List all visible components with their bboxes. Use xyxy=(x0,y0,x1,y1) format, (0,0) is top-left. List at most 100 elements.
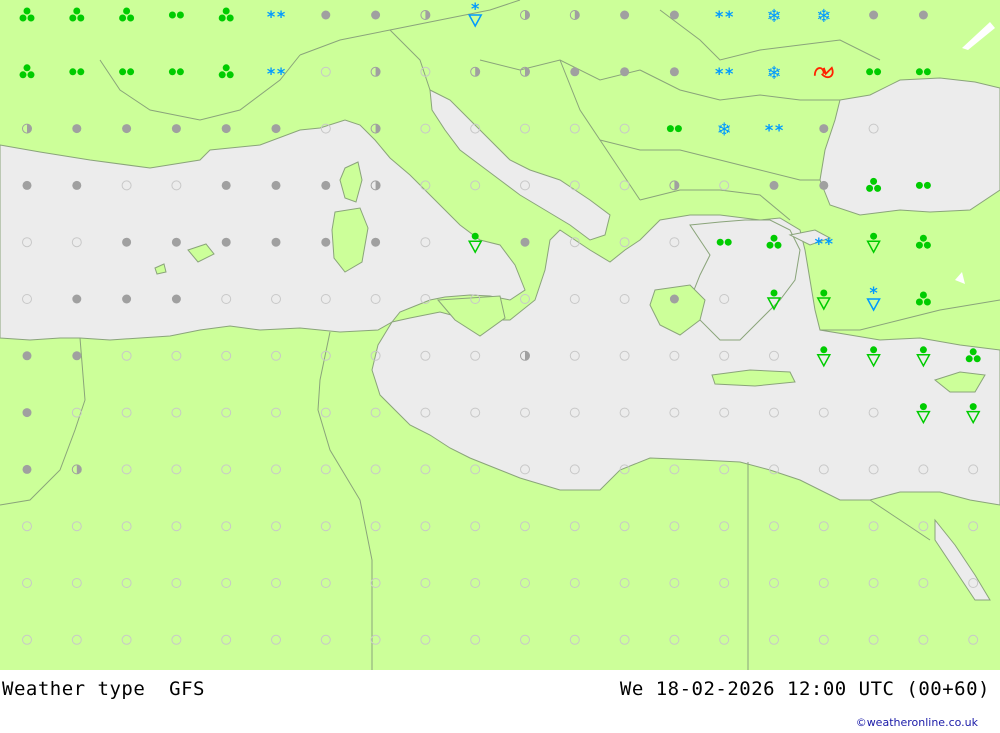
heavy-rain-cluster-icon xyxy=(770,234,778,242)
rain-dots-icon xyxy=(69,68,77,76)
valid-time: We 18-02-2026 12:00 UTC (00+60) xyxy=(619,678,990,700)
heavy-rain-cluster-icon xyxy=(27,14,35,22)
snow-stars-icon: * xyxy=(815,234,824,253)
heavy-rain-cluster-icon xyxy=(866,184,874,192)
overcast-dot-icon xyxy=(122,294,132,304)
heavy-rain-cluster-icon xyxy=(965,355,973,363)
shower-triangle-icon xyxy=(870,232,878,240)
rain-dots-icon xyxy=(77,68,85,76)
rain-dots-icon xyxy=(119,68,127,76)
rain-dots-icon xyxy=(866,68,874,76)
overcast-dot-icon xyxy=(869,10,879,20)
heavy-rain-cluster-icon xyxy=(766,241,774,249)
rain-dots-icon xyxy=(176,11,184,19)
heavy-rain-cluster-icon xyxy=(222,64,230,72)
map-title: Weather type GFS xyxy=(2,678,205,700)
heavy-rain-cluster-icon xyxy=(226,71,234,79)
snow-stars-icon: * xyxy=(775,121,784,140)
overcast-dot-icon xyxy=(669,10,679,20)
heavy-rain-cluster-icon xyxy=(19,14,27,22)
rain-dots-icon xyxy=(674,125,682,133)
heavy-snow-flake-icon: ❄ xyxy=(766,6,781,27)
snow-stars-icon: * xyxy=(725,64,734,83)
heavy-rain-cluster-icon xyxy=(919,291,927,299)
overcast-dot-icon xyxy=(520,237,530,247)
overcast-dot-icon xyxy=(769,180,779,190)
shower-triangle-icon xyxy=(870,346,878,354)
rain-dots-icon xyxy=(923,181,931,189)
heavy-rain-cluster-icon xyxy=(27,71,35,79)
snow-stars-icon: * xyxy=(277,7,286,26)
overcast-dot-icon xyxy=(22,464,32,474)
overcast-dot-icon xyxy=(221,124,231,134)
snow-stars-icon: * xyxy=(715,64,724,83)
rain-dots-icon xyxy=(176,68,184,76)
snow-stars-icon: * xyxy=(765,121,774,140)
snow-stars-icon: * xyxy=(267,7,276,26)
overcast-dot-icon xyxy=(22,351,32,361)
overcast-dot-icon xyxy=(271,124,281,134)
overcast-dot-icon xyxy=(669,294,679,304)
snow-stars-icon: * xyxy=(825,234,834,253)
rain-dots-icon xyxy=(923,68,931,76)
heavy-rain-cluster-icon xyxy=(69,14,77,22)
overcast-dot-icon xyxy=(918,10,928,20)
heavy-rain-cluster-icon xyxy=(969,348,977,356)
heavy-snow-flake-icon: ❄ xyxy=(816,6,831,27)
overcast-dot-icon xyxy=(72,124,82,134)
rain-dots-icon xyxy=(666,125,674,133)
rain-dots-icon xyxy=(915,68,923,76)
shower-triangle-icon xyxy=(820,289,828,297)
snow-stars-icon: * xyxy=(715,7,724,26)
snow-stars-icon: * xyxy=(277,64,286,83)
heavy-rain-cluster-icon xyxy=(77,14,85,22)
heavy-rain-cluster-icon xyxy=(915,298,923,306)
overcast-dot-icon xyxy=(22,408,32,418)
heavy-rain-cluster-icon xyxy=(123,7,131,15)
rain-dots-icon xyxy=(915,181,923,189)
rain-dots-icon xyxy=(127,68,135,76)
overcast-dot-icon xyxy=(171,294,181,304)
overcast-dot-icon xyxy=(819,124,829,134)
rain-dots-icon xyxy=(168,11,176,19)
shower-triangle-icon xyxy=(919,346,927,354)
overcast-dot-icon xyxy=(371,10,381,20)
overcast-dot-icon xyxy=(371,237,381,247)
overcast-dot-icon xyxy=(271,237,281,247)
heavy-rain-cluster-icon xyxy=(19,71,27,79)
heavy-rain-cluster-icon xyxy=(218,71,226,79)
overcast-dot-icon xyxy=(321,237,331,247)
heavy-rain-cluster-icon xyxy=(870,177,878,185)
credit-link[interactable]: ©weatheronline.co.uk xyxy=(856,716,978,729)
snow-stars-icon: * xyxy=(267,64,276,83)
overcast-dot-icon xyxy=(321,180,331,190)
overcast-dot-icon xyxy=(122,124,132,134)
overcast-dot-icon xyxy=(72,351,82,361)
shower-triangle-icon xyxy=(471,232,479,240)
overcast-dot-icon xyxy=(570,67,580,77)
overcast-dot-icon xyxy=(819,180,829,190)
rain-dots-icon xyxy=(168,68,176,76)
overcast-dot-icon xyxy=(72,294,82,304)
heavy-rain-cluster-icon xyxy=(874,184,882,192)
weather-map: * * * * * ❄ ❄* * * * ❄❄ * ** ** xyxy=(0,0,1000,670)
heavy-rain-cluster-icon xyxy=(127,14,135,22)
overcast-dot-icon xyxy=(122,237,132,247)
overcast-dot-icon xyxy=(271,180,281,190)
heavy-rain-cluster-icon xyxy=(23,64,31,72)
shower-triangle-icon xyxy=(770,289,778,297)
overcast-dot-icon xyxy=(620,10,630,20)
overcast-dot-icon xyxy=(321,10,331,20)
shower-triangle-icon xyxy=(919,403,927,411)
overcast-dot-icon xyxy=(669,67,679,77)
heavy-rain-cluster-icon xyxy=(23,7,31,15)
overcast-dot-icon xyxy=(22,180,32,190)
snow-stars-icon: * xyxy=(725,7,734,26)
overcast-dot-icon xyxy=(620,67,630,77)
overcast-dot-icon xyxy=(72,180,82,190)
rain-dots-icon xyxy=(874,68,882,76)
heavy-rain-cluster-icon xyxy=(73,7,81,15)
heavy-rain-cluster-icon xyxy=(218,14,226,22)
heavy-rain-cluster-icon xyxy=(973,355,981,363)
heavy-snow-flake-icon: ❄ xyxy=(717,120,732,141)
